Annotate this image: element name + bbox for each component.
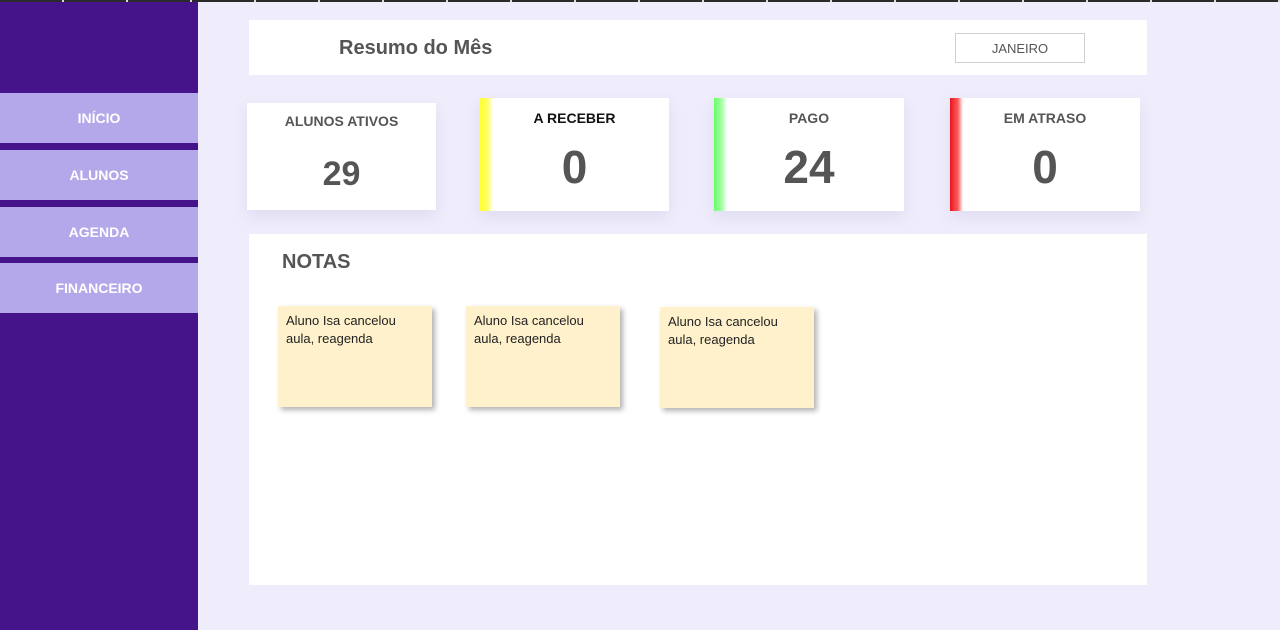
sidebar-item-agenda[interactable]: AGENDA (0, 207, 198, 257)
month-select[interactable]: JANEIRO (955, 33, 1085, 63)
card-label: EM ATRASO (1003, 110, 1087, 126)
notes-panel: NOTAS Aluno Isa cancelou aula, reagenda … (249, 234, 1147, 585)
card-pago: PAGO 24 (714, 98, 904, 211)
sidebar-item-label: AGENDA (68, 224, 130, 240)
notes-title: NOTAS (282, 251, 351, 273)
month-select-value: JANEIRO (991, 40, 1049, 56)
card-value: 24 (783, 141, 835, 193)
sticky-note[interactable]: Aluno Isa cancelou aula, reagenda (278, 306, 432, 407)
sidebar-item-label: ALUNOS (69, 167, 129, 183)
card-value: 0 (561, 141, 588, 193)
card-a-receber: A RECEBER 0 (480, 98, 669, 211)
sidebar-item-inicio[interactable]: INÍCIO (0, 93, 198, 143)
sticky-note[interactable]: Aluno Isa cancelou aula, reagenda (466, 306, 620, 407)
card-label: A RECEBER (533, 110, 616, 126)
sidebar-item-alunos[interactable]: ALUNOS (0, 150, 198, 200)
card-em-atraso: EM ATRASO 0 (950, 98, 1140, 211)
card-label: PAGO (788, 110, 830, 126)
page-title: Resumo do Mês (339, 37, 493, 59)
sticky-note[interactable]: Aluno Isa cancelou aula, reagenda (660, 307, 814, 408)
sidebar-item-financeiro[interactable]: FINANCEIRO (0, 263, 198, 313)
sidebar-item-label: FINANCEIRO (55, 280, 143, 296)
header: Resumo do Mês JANEIRO (249, 20, 1147, 75)
card-value: 29 (322, 155, 361, 193)
card-label: ALUNOS ATIVOS (284, 113, 399, 129)
sidebar: INÍCIO ALUNOS AGENDA FINANCEIRO (0, 2, 198, 630)
card-value: 0 (1032, 141, 1058, 193)
sidebar-item-label: INÍCIO (77, 110, 121, 126)
card-alunos-ativos: ALUNOS ATIVOS 29 (247, 103, 436, 210)
